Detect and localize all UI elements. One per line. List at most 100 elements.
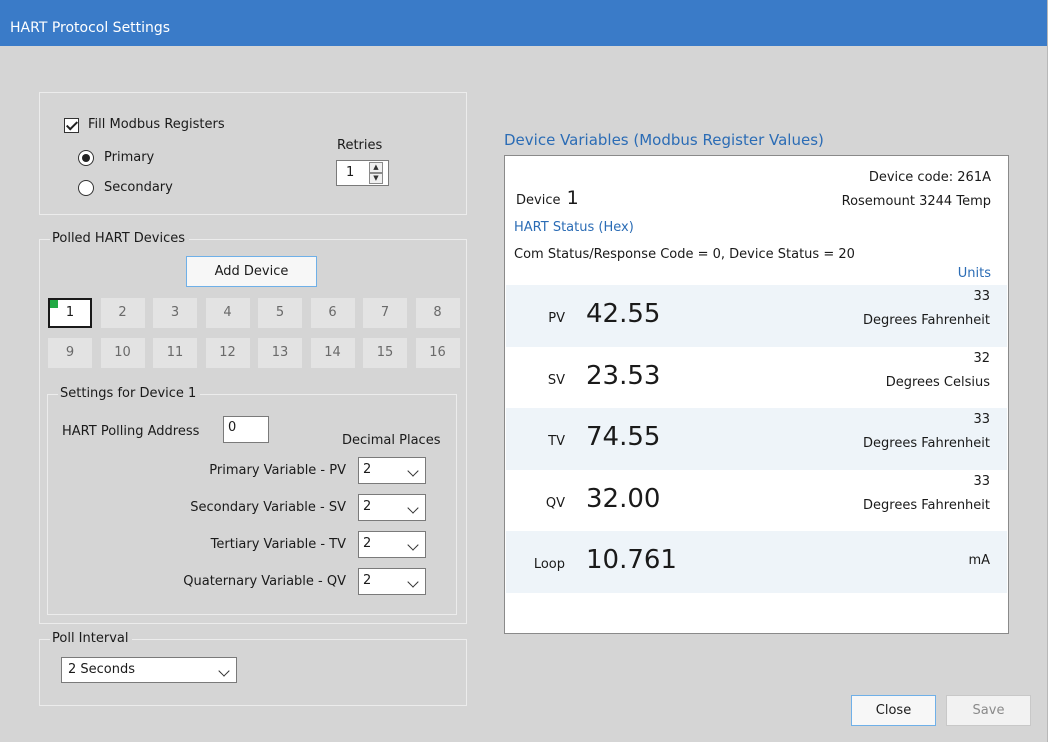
decimal-places-value: 2: [363, 536, 372, 551]
device-variable-row: Loop 10.761 mA: [506, 531, 1007, 593]
spin-down-icon[interactable]: ▼: [369, 173, 383, 184]
variable-setting-label: Secondary Variable - SV: [190, 500, 346, 515]
poll-interval-legend: Poll Interval: [50, 631, 133, 647]
device-variable-row: TV 74.55 33 Degrees Fahrenheit: [506, 408, 1007, 470]
device-tile-3[interactable]: 3: [153, 298, 197, 328]
variable-name: PV: [548, 311, 565, 326]
device-tile-label: 5: [275, 305, 285, 320]
add-device-button[interactable]: Add Device: [186, 256, 317, 287]
primary-radio-label: Primary: [104, 150, 155, 165]
decimal-places-select[interactable]: 2: [358, 494, 426, 521]
spin-up-icon[interactable]: ▲: [369, 162, 383, 173]
polling-address-value: 0: [228, 420, 237, 435]
device-tile-7[interactable]: 7: [363, 298, 407, 328]
unit-name: Degrees Celsius: [885, 374, 990, 390]
poll-interval-value: 2 Seconds: [68, 662, 136, 677]
device-label: Device 1: [516, 187, 579, 209]
hart-status-line: Com Status/Response Code = 0, Device Sta…: [514, 247, 855, 262]
device-tile-label: 14: [324, 345, 341, 360]
unit-code: 33: [973, 473, 990, 489]
variable-name: QV: [545, 495, 565, 511]
device-tile-label: 4: [223, 305, 232, 320]
device-variables-panel: Device code: 261A Device 1 Rosemount 324…: [504, 155, 1009, 634]
device-tile-2[interactable]: 2: [100, 298, 145, 328]
decimal-places-select[interactable]: 2: [358, 531, 426, 558]
device-tile-4[interactable]: 4: [205, 298, 250, 328]
unit-name: Degrees Fahrenheit: [863, 497, 990, 513]
device-tile-label: 13: [271, 345, 289, 360]
variable-name: TV: [548, 434, 565, 449]
device-tile-label: 9: [65, 345, 75, 360]
title-bar: HART Protocol Settings: [0, 0, 1047, 46]
device-tile-label: 3: [170, 305, 180, 320]
device-tile-8[interactable]: 8: [415, 298, 460, 328]
device-tile-16[interactable]: 16: [415, 338, 460, 368]
save-button-label: Save: [972, 703, 1005, 718]
decimal-places-value: 2: [363, 499, 372, 514]
decimal-places-value: 2: [363, 573, 372, 588]
device-tile-6[interactable]: 6: [310, 298, 355, 328]
secondary-radio[interactable]: [78, 180, 94, 196]
variable-name: Loop: [533, 557, 565, 572]
unit-name: Degrees Fahrenheit: [863, 436, 990, 451]
device-number: 1: [566, 187, 579, 209]
decimal-places-value: 2: [363, 462, 372, 477]
device-variables-heading: Device Variables (Modbus Register Values…: [504, 131, 824, 149]
hart-status-label: HART Status (Hex): [514, 220, 634, 235]
device-tile-label: 2: [118, 305, 127, 320]
close-button-label: Close: [875, 703, 912, 718]
close-button[interactable]: Close: [851, 695, 936, 726]
variable-setting-label: Tertiary Variable - TV: [210, 537, 346, 552]
variable-value: 23.53: [586, 360, 661, 391]
device-tile-11[interactable]: 11: [153, 338, 197, 368]
window-title: HART Protocol Settings: [10, 20, 171, 36]
fill-modbus-checkbox[interactable]: [64, 118, 79, 133]
chevron-down-icon: [407, 539, 419, 551]
polled-devices-legend: Polled HART Devices: [50, 231, 189, 247]
device-tile-9[interactable]: 9: [48, 338, 92, 368]
device-variable-row: SV 23.53 32 Degrees Celsius: [506, 347, 1007, 409]
unit-name: Degrees Fahrenheit: [863, 313, 990, 328]
device-tile-14[interactable]: 14: [310, 338, 355, 368]
chevron-down-icon: [407, 465, 419, 477]
device-tile-label: 16: [429, 345, 446, 360]
device-tile-label: 10: [114, 345, 131, 360]
decimal-places-select[interactable]: 2: [358, 457, 426, 484]
variable-setting-label: Quaternary Variable - QV: [183, 574, 346, 589]
device-tile-label: 12: [219, 345, 236, 360]
save-button[interactable]: Save: [946, 695, 1031, 726]
retries-spinner[interactable]: 1 ▲ ▼: [336, 160, 389, 186]
retries-value: 1: [346, 165, 355, 180]
variable-value: 42.55: [586, 299, 661, 329]
chevron-down-icon: [407, 576, 419, 588]
variable-value: 32.00: [586, 483, 661, 514]
unit-code: 33: [973, 412, 990, 427]
chevron-down-icon: [218, 665, 230, 677]
device-variable-row: PV 42.55 33 Degrees Fahrenheit: [506, 285, 1007, 347]
unit-code: 33: [973, 289, 990, 304]
polling-address-input[interactable]: 0: [223, 416, 269, 443]
active-device-indicator: [50, 300, 58, 308]
device-tile-5[interactable]: 5: [258, 298, 302, 328]
hart-settings-window: HART Protocol Settings Fill Modbus Regis…: [0, 0, 1048, 742]
primary-radio[interactable]: [78, 150, 94, 166]
device-tile-label: 1: [65, 305, 75, 320]
variable-value: 10.761: [586, 545, 677, 575]
device-tile-label: 15: [376, 345, 394, 360]
units-label: Units: [957, 266, 991, 281]
device-tile-13[interactable]: 13: [258, 338, 302, 368]
device-tile-10[interactable]: 10: [100, 338, 145, 368]
decimal-places-select[interactable]: 2: [358, 568, 426, 595]
poll-interval-select[interactable]: 2 Seconds: [61, 657, 237, 683]
device-tile-12[interactable]: 12: [205, 338, 250, 368]
device-tile-1[interactable]: 1: [48, 298, 92, 328]
device-tile-label: 7: [380, 305, 390, 320]
decimal-places-label: Decimal Places: [342, 433, 441, 448]
unit-code: 32: [973, 350, 990, 366]
device-code: Device code: 261A: [868, 170, 991, 185]
secondary-radio-label: Secondary: [104, 180, 173, 195]
device-tile-15[interactable]: 15: [363, 338, 407, 368]
chevron-down-icon: [407, 502, 419, 514]
variable-value: 74.55: [586, 422, 661, 452]
variable-name: SV: [547, 372, 565, 388]
